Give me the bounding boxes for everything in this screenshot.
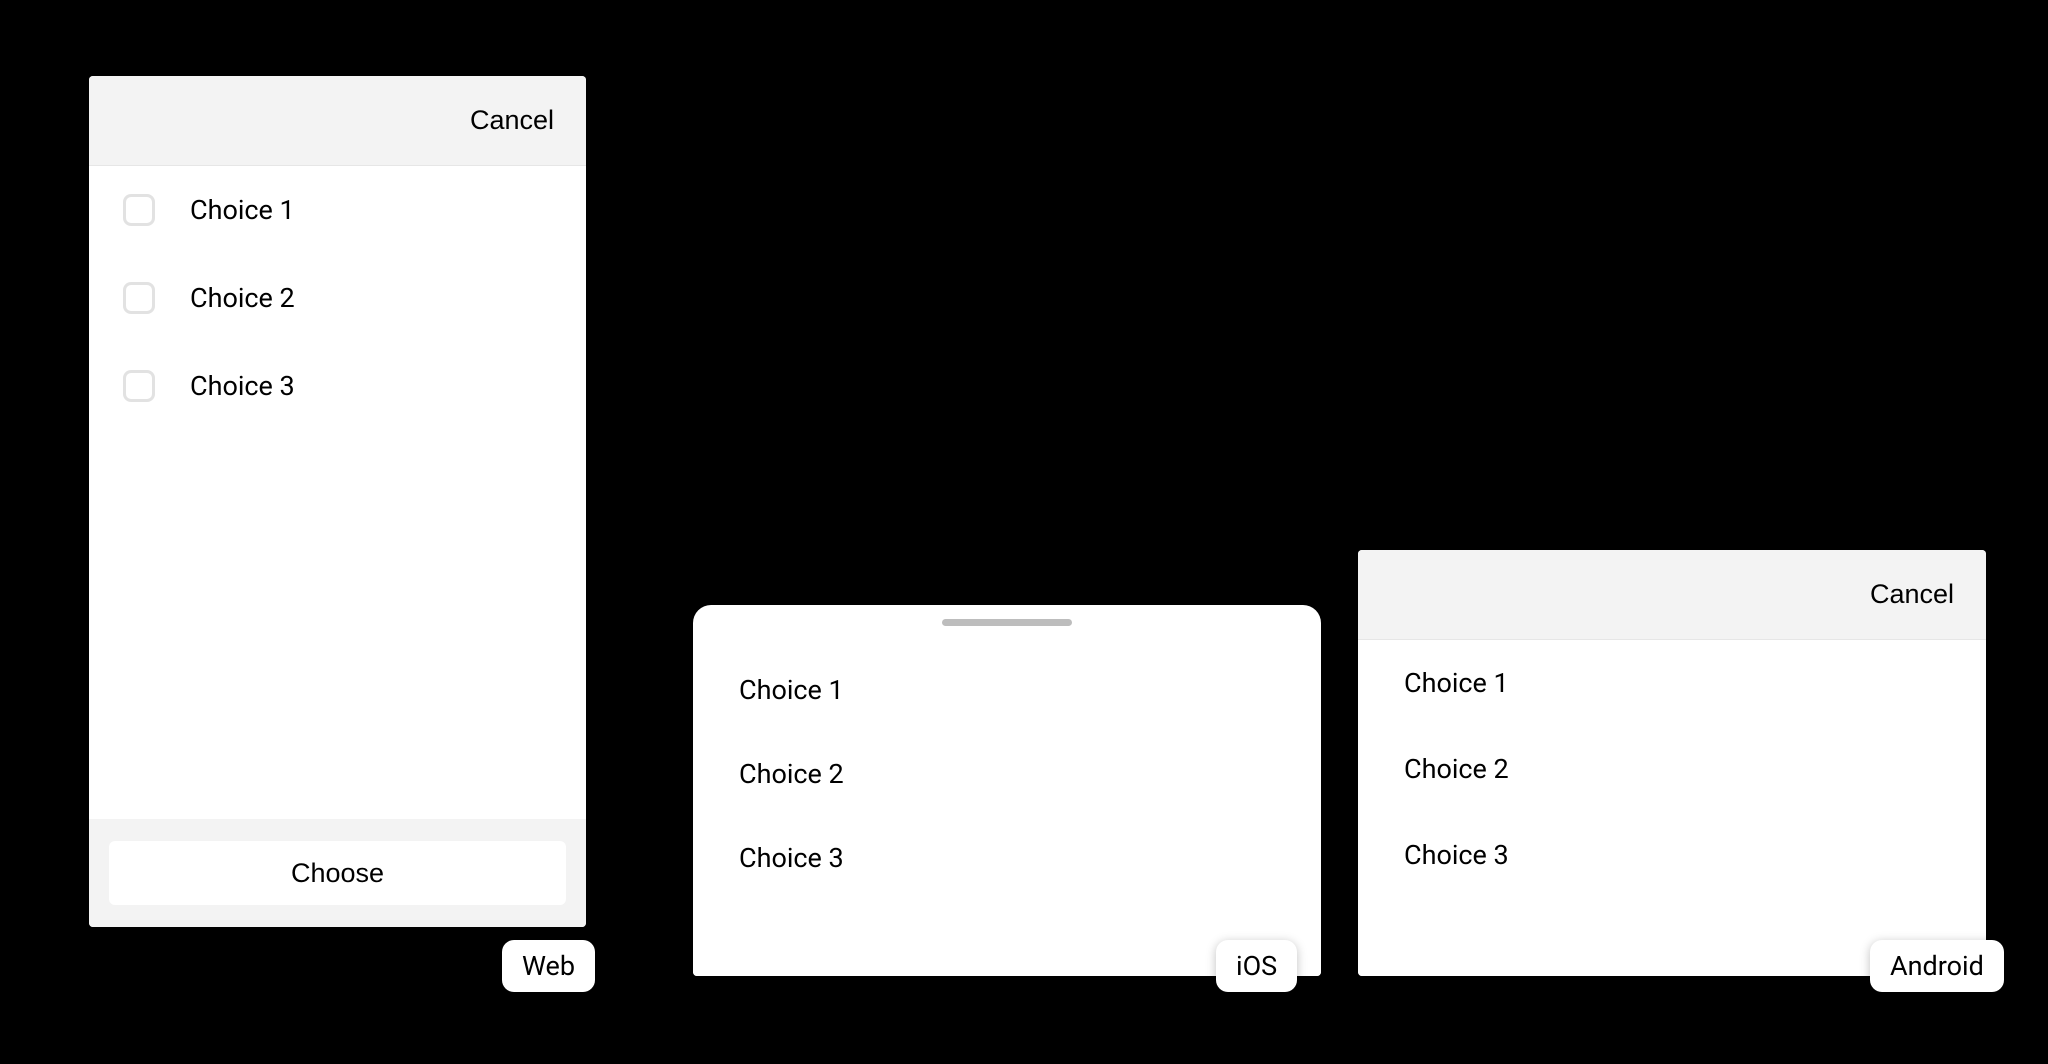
platform-badge-web: Web: [502, 940, 595, 992]
list-item-label: Choice 1: [739, 674, 844, 706]
list-item-label: Choice 2: [739, 758, 844, 790]
list-item[interactable]: Choice 3: [693, 816, 1321, 900]
list-item[interactable]: Choice 2: [89, 254, 586, 342]
picker-header: Cancel: [89, 76, 586, 166]
picker-panel-web: Cancel Choice 1 Choice 2 Choice 3 Choose: [89, 76, 586, 927]
platform-badge-android: Android: [1870, 940, 2004, 992]
list-item-label: Choice 2: [190, 282, 295, 314]
list-item-label: Choice 3: [739, 842, 844, 874]
cancel-button[interactable]: Cancel: [470, 105, 554, 136]
list-item[interactable]: Choice 2: [1358, 726, 1986, 812]
picker-footer: Choose: [89, 819, 586, 927]
cancel-button[interactable]: Cancel: [1870, 579, 1954, 610]
list-item[interactable]: Choice 1: [1358, 640, 1986, 726]
drag-handle-area[interactable]: [693, 605, 1321, 648]
picker-panel-ios: Choice 1 Choice 2 Choice 3: [693, 605, 1321, 976]
checkbox-icon[interactable]: [123, 370, 155, 402]
list-item-label: Choice 2: [1404, 753, 1509, 785]
checkbox-icon[interactable]: [123, 194, 155, 226]
list-item[interactable]: Choice 1: [693, 648, 1321, 732]
list-item[interactable]: Choice 1: [89, 166, 586, 254]
choice-list: Choice 1 Choice 2 Choice 3: [693, 648, 1321, 976]
checkbox-icon[interactable]: [123, 282, 155, 314]
list-item-label: Choice 1: [1404, 667, 1509, 699]
list-item[interactable]: Choice 3: [1358, 812, 1986, 898]
choose-button[interactable]: Choose: [109, 841, 566, 905]
list-item-label: Choice 3: [1404, 839, 1509, 871]
picker-panel-android: Cancel Choice 1 Choice 2 Choice 3: [1358, 550, 1986, 976]
choice-list: Choice 1 Choice 2 Choice 3: [1358, 640, 1986, 976]
list-item-label: Choice 1: [190, 194, 295, 226]
drag-handle-icon[interactable]: [942, 619, 1072, 626]
picker-header: Cancel: [1358, 550, 1986, 640]
list-item-label: Choice 3: [190, 370, 295, 402]
list-item[interactable]: Choice 2: [693, 732, 1321, 816]
choice-list: Choice 1 Choice 2 Choice 3: [89, 166, 586, 819]
platform-badge-ios: iOS: [1216, 940, 1297, 992]
list-item[interactable]: Choice 3: [89, 342, 586, 430]
